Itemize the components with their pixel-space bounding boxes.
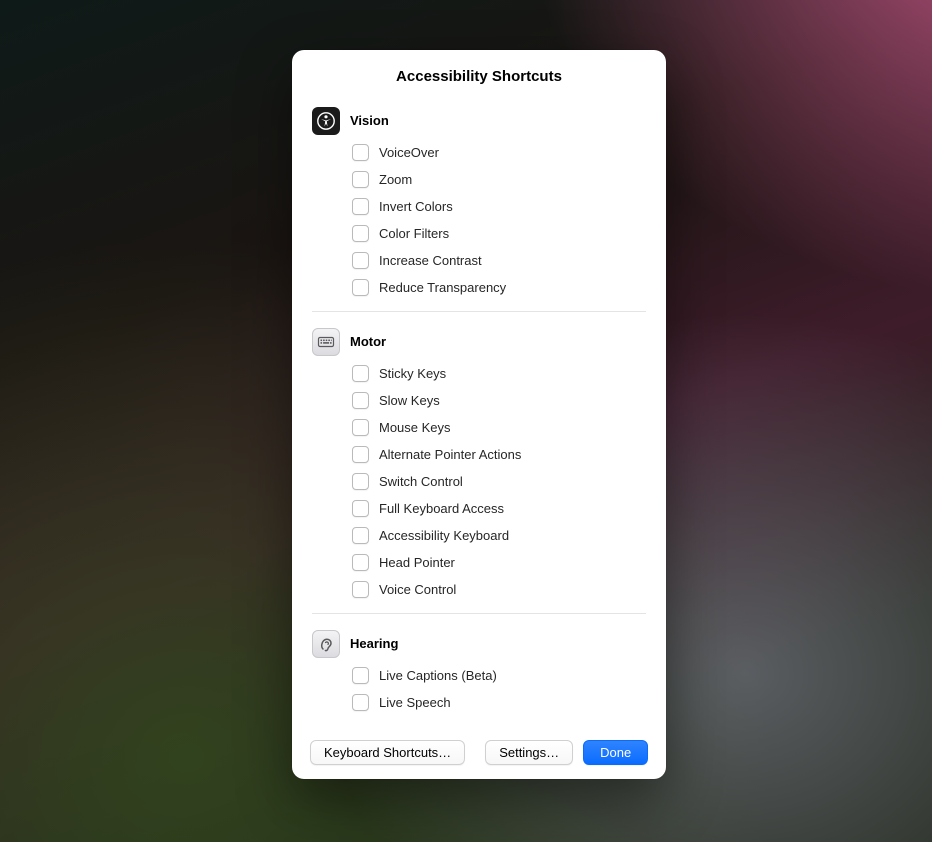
section-title-hearing: Hearing bbox=[350, 630, 646, 658]
section-hearing: Hearing Live Captions (Beta) Live Speech bbox=[312, 613, 646, 726]
checkbox[interactable] bbox=[352, 225, 369, 242]
option-slow-keys[interactable]: Slow Keys bbox=[350, 387, 646, 414]
checkbox[interactable] bbox=[352, 392, 369, 409]
option-zoom[interactable]: Zoom bbox=[350, 166, 646, 193]
option-label: Live Captions (Beta) bbox=[379, 668, 497, 683]
ear-icon bbox=[312, 630, 340, 658]
checkbox[interactable] bbox=[352, 554, 369, 571]
option-label: Color Filters bbox=[379, 226, 449, 241]
option-increase-contrast[interactable]: Increase Contrast bbox=[350, 247, 646, 274]
checkbox[interactable] bbox=[352, 500, 369, 517]
done-button[interactable]: Done bbox=[583, 740, 648, 765]
checkbox[interactable] bbox=[352, 419, 369, 436]
option-live-speech[interactable]: Live Speech bbox=[350, 689, 646, 716]
settings-button[interactable]: Settings… bbox=[485, 740, 573, 765]
checkbox[interactable] bbox=[352, 473, 369, 490]
option-live-captions[interactable]: Live Captions (Beta) bbox=[350, 662, 646, 689]
checkbox[interactable] bbox=[352, 365, 369, 382]
section-motor: Motor Sticky Keys Slow Keys Mouse Keys bbox=[312, 311, 646, 613]
checkbox[interactable] bbox=[352, 252, 369, 269]
option-label: Invert Colors bbox=[379, 199, 453, 214]
option-label: Increase Contrast bbox=[379, 253, 482, 268]
option-label: Full Keyboard Access bbox=[379, 501, 504, 516]
option-label: Alternate Pointer Actions bbox=[379, 447, 521, 462]
desktop-wallpaper: Accessibility Shortcuts Vision VoiceOver bbox=[0, 0, 932, 842]
option-label: Sticky Keys bbox=[379, 366, 446, 381]
checkbox[interactable] bbox=[352, 446, 369, 463]
keyboard-icon bbox=[312, 328, 340, 356]
checkbox[interactable] bbox=[352, 279, 369, 296]
option-label: Zoom bbox=[379, 172, 412, 187]
option-label: Head Pointer bbox=[379, 555, 455, 570]
option-label: VoiceOver bbox=[379, 145, 439, 160]
button-bar: Keyboard Shortcuts… Settings… Done bbox=[306, 740, 652, 765]
option-label: Accessibility Keyboard bbox=[379, 528, 509, 543]
option-label: Reduce Transparency bbox=[379, 280, 506, 295]
section-vision: Vision VoiceOver Zoom Invert Colors bbox=[312, 103, 646, 311]
option-reduce-transparency[interactable]: Reduce Transparency bbox=[350, 274, 646, 301]
shortcuts-scroll-area: Vision VoiceOver Zoom Invert Colors bbox=[306, 103, 652, 726]
checkbox[interactable] bbox=[352, 667, 369, 684]
option-sticky-keys[interactable]: Sticky Keys bbox=[350, 360, 646, 387]
option-label: Slow Keys bbox=[379, 393, 440, 408]
accessibility-icon bbox=[312, 107, 340, 135]
option-label: Mouse Keys bbox=[379, 420, 451, 435]
option-voiceover[interactable]: VoiceOver bbox=[350, 139, 646, 166]
option-invert-colors[interactable]: Invert Colors bbox=[350, 193, 646, 220]
option-label: Switch Control bbox=[379, 474, 463, 489]
section-title-motor: Motor bbox=[350, 328, 646, 356]
checkbox[interactable] bbox=[352, 581, 369, 598]
option-head-pointer[interactable]: Head Pointer bbox=[350, 549, 646, 576]
option-accessibility-keyboard[interactable]: Accessibility Keyboard bbox=[350, 522, 646, 549]
checkbox[interactable] bbox=[352, 171, 369, 188]
checkbox[interactable] bbox=[352, 527, 369, 544]
option-label: Live Speech bbox=[379, 695, 451, 710]
section-title-vision: Vision bbox=[350, 107, 646, 135]
option-label: Voice Control bbox=[379, 582, 456, 597]
option-switch-control[interactable]: Switch Control bbox=[350, 468, 646, 495]
accessibility-shortcuts-panel: Accessibility Shortcuts Vision VoiceOver bbox=[292, 50, 666, 779]
checkbox[interactable] bbox=[352, 144, 369, 161]
option-full-keyboard-access[interactable]: Full Keyboard Access bbox=[350, 495, 646, 522]
checkbox[interactable] bbox=[352, 694, 369, 711]
option-mouse-keys[interactable]: Mouse Keys bbox=[350, 414, 646, 441]
checkbox[interactable] bbox=[352, 198, 369, 215]
keyboard-shortcuts-button[interactable]: Keyboard Shortcuts… bbox=[310, 740, 465, 765]
option-color-filters[interactable]: Color Filters bbox=[350, 220, 646, 247]
option-voice-control[interactable]: Voice Control bbox=[350, 576, 646, 603]
option-alternate-pointer-actions[interactable]: Alternate Pointer Actions bbox=[350, 441, 646, 468]
panel-title: Accessibility Shortcuts bbox=[306, 68, 652, 85]
